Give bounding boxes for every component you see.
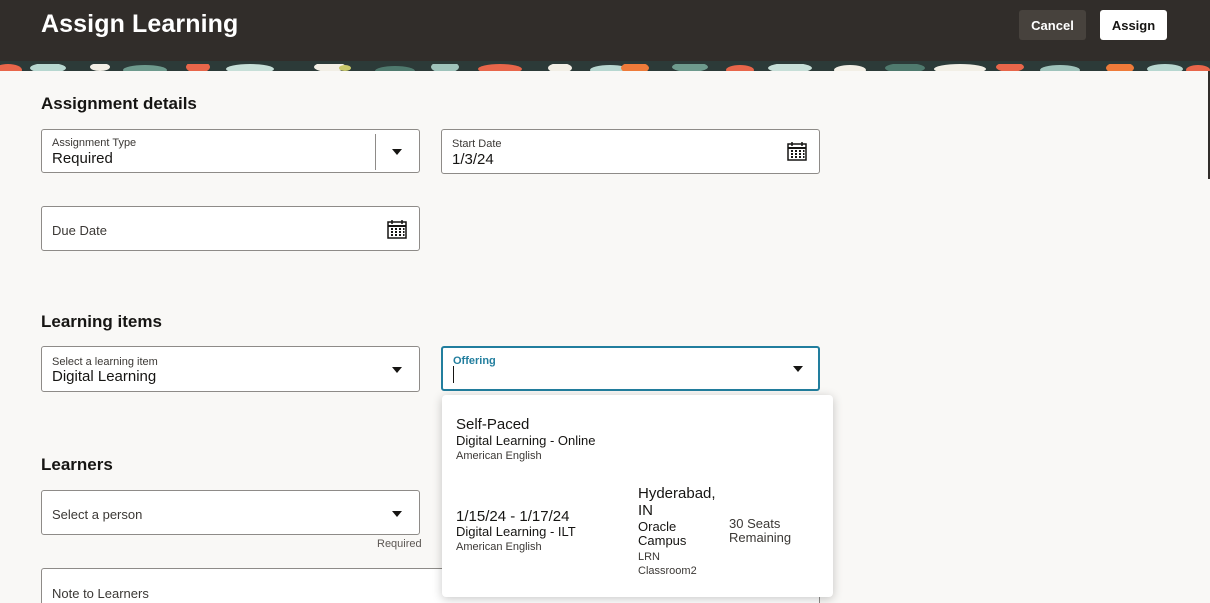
- note-placeholder: Note to Learners: [52, 586, 149, 601]
- page-title: Assign Learning: [41, 10, 239, 38]
- due-date-field[interactable]: Due Date: [41, 206, 420, 251]
- decorative-banner: [0, 61, 1210, 71]
- start-date-value: 1/3/24: [452, 151, 494, 168]
- chevron-down-icon[interactable]: [392, 149, 402, 155]
- calendar-icon[interactable]: [787, 141, 807, 161]
- calendar-icon[interactable]: [387, 219, 407, 239]
- select-divider: [375, 134, 376, 170]
- option-title: Self-Paced: [456, 416, 530, 433]
- offering-label: Offering: [453, 355, 496, 367]
- option-language: American English: [456, 450, 542, 462]
- cancel-button[interactable]: Cancel: [1019, 10, 1086, 40]
- chevron-down-icon[interactable]: [392, 367, 402, 373]
- option-subtitle: Digital Learning - ILT: [456, 524, 576, 539]
- option-language: American English: [456, 541, 542, 553]
- assignment-type-select[interactable]: Assignment Type Required: [41, 129, 420, 173]
- start-date-field[interactable]: Start Date 1/3/24: [441, 129, 820, 174]
- start-date-label: Start Date: [452, 138, 502, 150]
- text-cursor: [453, 366, 454, 383]
- option-seats-line1: 30 Seats: [729, 516, 781, 531]
- assignment-type-value: Required: [52, 150, 113, 167]
- page-header: Assign Learning Cancel Assign: [0, 0, 1210, 61]
- option-campus-line1: Oracle: [638, 519, 677, 534]
- learning-item-label: Select a learning item: [52, 356, 158, 368]
- due-date-placeholder: Due Date: [52, 223, 107, 238]
- learners-heading: Learners: [41, 455, 113, 474]
- option-subtitle: Digital Learning - Online: [456, 433, 596, 448]
- option-title: 1/15/24 - 1/17/24: [456, 508, 570, 525]
- required-helper-text: Required: [377, 538, 422, 550]
- option-location-line1: Hyderabad,: [638, 485, 716, 502]
- option-room-line2: Classroom2: [638, 565, 697, 577]
- learning-item-select[interactable]: Select a learning item Digital Learning: [41, 346, 420, 392]
- option-seats-line2: Remaining: [729, 530, 792, 545]
- learning-item-value: Digital Learning: [52, 368, 157, 385]
- option-location-line2: IN: [638, 502, 653, 519]
- assign-button[interactable]: Assign: [1100, 10, 1167, 40]
- offering-option-ilt[interactable]: 1/15/24 - 1/17/24 Digital Learning - ILT…: [442, 483, 833, 589]
- banner-pattern-image: [0, 61, 1210, 71]
- person-placeholder: Select a person: [52, 507, 143, 522]
- learning-items-heading: Learning items: [41, 312, 162, 331]
- offering-select[interactable]: Offering: [441, 346, 820, 391]
- assignment-type-label: Assignment Type: [52, 137, 137, 149]
- person-select[interactable]: Select a person: [41, 490, 420, 535]
- chevron-down-icon[interactable]: [392, 511, 402, 517]
- chevron-down-icon[interactable]: [793, 366, 803, 372]
- option-room-line1: LRN: [638, 551, 661, 563]
- offering-dropdown-list: Self-Paced Digital Learning - Online Ame…: [442, 395, 833, 597]
- option-campus-line2: Campus: [638, 533, 687, 548]
- offering-option-self-paced[interactable]: Self-Paced Digital Learning - Online Ame…: [442, 403, 833, 475]
- assignment-details-heading: Assignment details: [41, 94, 197, 113]
